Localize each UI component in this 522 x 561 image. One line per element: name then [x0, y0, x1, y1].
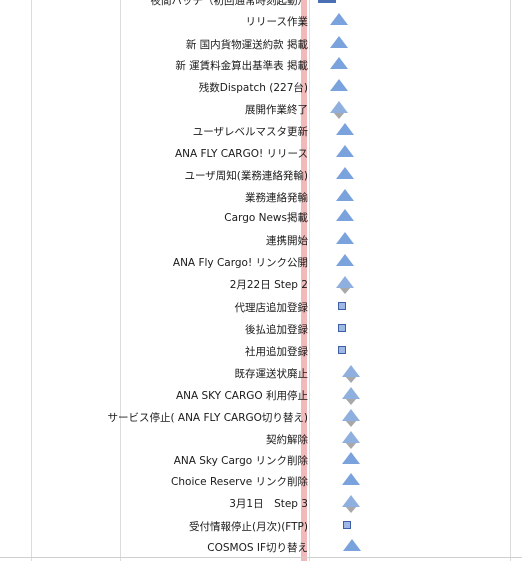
- milestone-marker[interactable]: [342, 452, 360, 464]
- task-row[interactable]: Cargo News掲載: [0, 208, 522, 228]
- milestone-marker[interactable]: [336, 254, 354, 266]
- task-label: Cargo News掲載: [224, 212, 308, 224]
- task-row[interactable]: 2月22日 Step 2: [0, 275, 522, 295]
- task-row[interactable]: 代理店追加登録: [0, 298, 522, 318]
- task-label: ANA Sky Cargo リンク削除: [173, 455, 308, 467]
- task-row[interactable]: 契約解除: [0, 430, 522, 450]
- gantt-chart: 夜間バッチ（初回通常時刻起動） リリース作業新 国内貨物運送約款 掲載新 運賃料金…: [0, 0, 522, 561]
- milestone-marker[interactable]: [330, 57, 348, 69]
- task-row[interactable]: 既存運送状廃止: [0, 364, 522, 384]
- task-label: リリース作業: [245, 16, 308, 28]
- task-row[interactable]: COSMOS IF切り替え: [0, 538, 522, 558]
- task-row[interactable]: 夜間バッチ（初回通常時刻起動）: [0, 0, 522, 11]
- milestone-marker[interactable]: [343, 539, 361, 551]
- task-label: Choice Reserve リンク削除: [171, 476, 308, 488]
- task-label: ユーザレベルマスタ更新: [192, 126, 308, 138]
- milestone-marker[interactable]: [336, 209, 354, 221]
- milestone-marker[interactable]: [330, 13, 348, 25]
- milestone-marker[interactable]: [336, 232, 354, 244]
- task-square-marker[interactable]: [338, 299, 346, 310]
- milestone-summary-marker[interactable]: [336, 276, 354, 294]
- task-label: 連携開始: [266, 235, 308, 247]
- milestone-summary-marker[interactable]: [342, 365, 360, 383]
- task-label: ユーザ周知(業務連絡発輸): [184, 170, 308, 182]
- task-row[interactable]: リリース作業: [0, 12, 522, 32]
- task-row[interactable]: 後払追加登録: [0, 320, 522, 340]
- milestone-marker[interactable]: [330, 79, 348, 91]
- task-row[interactable]: 展開作業終了: [0, 100, 522, 120]
- task-label: 夜間バッチ（初回通常時刻起動）: [150, 0, 309, 7]
- milestone-summary-marker[interactable]: [330, 101, 348, 119]
- task-bar[interactable]: [318, 0, 336, 3]
- task-label: 新 国内貨物運送約款 掲載: [185, 39, 308, 51]
- task-row[interactable]: Choice Reserve リンク削除: [0, 472, 522, 492]
- task-label: 2月22日 Step 2: [229, 279, 308, 291]
- task-label: 3月1日 Step 3: [229, 498, 308, 510]
- task-label: 既存運送状廃止: [234, 368, 309, 380]
- milestone-marker[interactable]: [336, 189, 354, 201]
- task-row[interactable]: 社用追加登録: [0, 342, 522, 362]
- milestone-summary-marker[interactable]: [342, 431, 360, 449]
- task-label: 展開作業終了: [245, 104, 308, 116]
- milestone-marker[interactable]: [336, 167, 354, 179]
- task-row[interactable]: ANA Fly Cargo! リンク公開: [0, 253, 522, 273]
- task-label: ANA FLY CARGO! リリース: [174, 148, 308, 160]
- milestone-marker[interactable]: [336, 145, 354, 157]
- task-row[interactable]: 業務連絡発輸: [0, 188, 522, 208]
- milestone-summary-marker[interactable]: [342, 409, 360, 427]
- task-row[interactable]: 残数Dispatch (227台): [0, 78, 522, 98]
- task-label: 代理店追加登録: [234, 302, 309, 314]
- task-row[interactable]: サービス停止( ANA FLY CARGO切り替え): [0, 408, 522, 428]
- milestone-marker[interactable]: [342, 473, 360, 485]
- task-row[interactable]: ANA Sky Cargo リンク削除: [0, 451, 522, 471]
- task-row[interactable]: 新 運賃料金算出基準表 掲載: [0, 56, 522, 76]
- task-label: 新 運賃料金算出基準表 掲載: [175, 60, 308, 72]
- task-label: 残数Dispatch (227台): [198, 82, 308, 94]
- milestone-marker[interactable]: [330, 36, 348, 48]
- task-row[interactable]: ANA FLY CARGO! リリース: [0, 144, 522, 164]
- task-square-marker[interactable]: [338, 321, 346, 332]
- task-label: ANA Fly Cargo! リンク公開: [172, 257, 308, 269]
- milestone-marker[interactable]: [336, 123, 354, 135]
- task-label: ANA SKY CARGO 利用停止: [175, 390, 308, 402]
- milestone-summary-marker[interactable]: [342, 387, 360, 405]
- task-row[interactable]: 新 国内貨物運送約款 掲載: [0, 35, 522, 55]
- task-row[interactable]: ユーザ周知(業務連絡発輸): [0, 166, 522, 186]
- task-label: サービス停止( ANA FLY CARGO切り替え): [107, 412, 308, 424]
- task-row[interactable]: 3月1日 Step 3: [0, 494, 522, 514]
- task-square-marker[interactable]: [338, 343, 346, 354]
- task-label: 業務連絡発輸: [245, 192, 308, 204]
- task-square-marker[interactable]: [343, 518, 351, 529]
- task-row[interactable]: 受付情報停止(月次)(FTP): [0, 517, 522, 537]
- task-row[interactable]: ANA SKY CARGO 利用停止: [0, 386, 522, 406]
- task-label: 社用追加登録: [245, 346, 308, 358]
- task-label: COSMOS IF切り替え: [207, 542, 308, 554]
- milestone-summary-marker[interactable]: [342, 495, 360, 513]
- task-row[interactable]: 連携開始: [0, 231, 522, 251]
- task-label: 後払追加登録: [245, 324, 308, 336]
- task-label: 受付情報停止(月次)(FTP): [189, 521, 308, 533]
- task-row[interactable]: ユーザレベルマスタ更新: [0, 122, 522, 142]
- task-label: 契約解除: [266, 434, 308, 446]
